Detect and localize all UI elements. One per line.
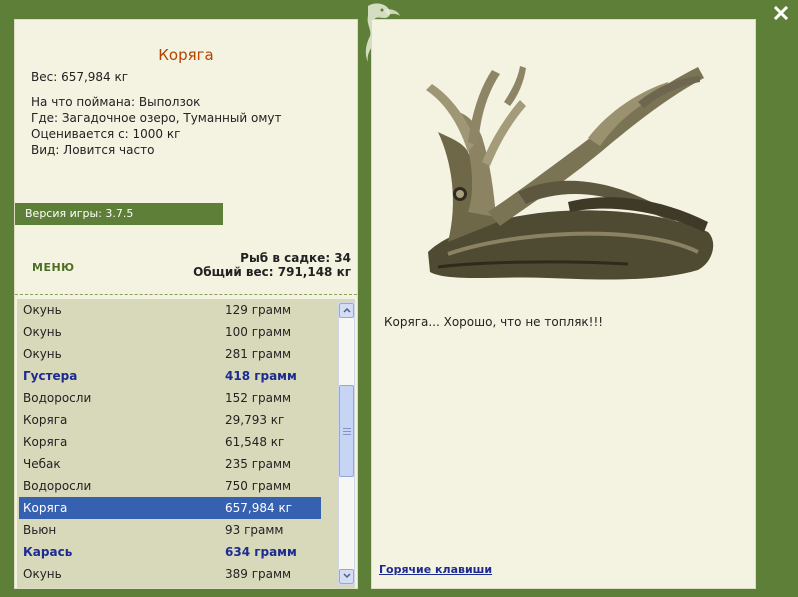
catch-value: Оценивается с: 1000 кг xyxy=(31,127,181,141)
list-scrollbar[interactable] xyxy=(338,302,355,585)
game-version: Версия игры: 3.7.5 xyxy=(15,203,223,225)
hotkeys-link[interactable]: Горячие клавиши xyxy=(379,563,492,576)
catch-list-row[interactable]: Окунь 129 грамм xyxy=(19,299,321,321)
catch-list-container: Окунь 129 грамм Окунь 100 грамм Окунь 281 гра… xyxy=(17,299,355,588)
catch-row-name: Чебак xyxy=(23,457,61,471)
catch-row-weight: 93 грамм xyxy=(225,523,284,537)
catch-row-name: Карась xyxy=(23,545,73,559)
close-button[interactable] xyxy=(774,6,788,20)
catch-row-name: Окунь xyxy=(23,347,62,361)
catch-caption: Коряга... Хорошо, что не топляк!!! xyxy=(384,315,604,329)
scroll-thumb[interactable] xyxy=(339,385,354,477)
catch-list-row[interactable]: Чебак 235 грамм xyxy=(19,453,321,475)
catch-row-name: Окунь xyxy=(23,303,62,317)
catch-row-weight: 750 грамм xyxy=(225,479,292,493)
catch-row-name: Густера xyxy=(23,369,78,383)
catch-bait: На что поймана: Выползок xyxy=(31,95,201,109)
right-panel: Коряга... Хорошо, что не топляк!!! Горяч… xyxy=(371,19,756,589)
catch-row-name: Окунь xyxy=(23,567,62,581)
catch-list-row[interactable]: Водоросли 152 грамм xyxy=(19,387,321,409)
catch-list-row[interactable]: Окунь 100 грамм xyxy=(19,321,321,343)
catch-row-weight: 61,548 кг xyxy=(225,435,285,449)
catch-row-name: Окунь xyxy=(23,325,62,339)
keepnet-stats: Рыб в садке: 34 Общий вес: 791,148 кг xyxy=(193,251,351,279)
catch-row-weight: 634 грамм xyxy=(225,545,297,559)
catch-row-weight: 129 грамм xyxy=(225,303,292,317)
catch-list-row[interactable]: Водоросли 750 грамм xyxy=(19,475,321,497)
scroll-down-button[interactable] xyxy=(339,569,354,584)
catch-info: Коряга Вес: 657,984 кг На что поймана: В… xyxy=(15,20,357,200)
catch-row-name: Коряга xyxy=(23,413,68,427)
close-x-icon xyxy=(774,6,788,20)
chevron-up-icon xyxy=(342,307,351,313)
catch-frequency: Вид: Ловится часто xyxy=(31,143,155,157)
catch-list-row[interactable]: Коряга 29,793 кг xyxy=(19,409,321,431)
catch-list[interactable]: Окунь 129 грамм Окунь 100 грамм Окунь 281 гра… xyxy=(19,299,321,588)
catch-row-weight: 389 грамм xyxy=(225,567,292,581)
grip-icon xyxy=(343,428,351,437)
catch-list-row[interactable]: Густера 418 грамм xyxy=(19,365,321,387)
fish-count: Рыб в садке: 34 xyxy=(240,251,351,265)
scroll-up-button[interactable] xyxy=(339,303,354,318)
divider xyxy=(15,294,357,295)
catch-weight: Вес: 657,984 кг xyxy=(31,70,129,84)
catch-details: На что поймана: Выползок Где: Загадочное… xyxy=(31,94,281,158)
catch-title: Коряга xyxy=(158,46,214,64)
catch-row-weight: 657,984 кг xyxy=(225,501,292,515)
catch-list-row[interactable]: Карась 634 грамм xyxy=(19,541,321,563)
catch-list-row[interactable]: Коряга 61,548 кг xyxy=(19,431,321,453)
catch-row-name: Вьюн xyxy=(23,523,57,537)
catch-location: Где: Загадочное озеро, Туманный омут xyxy=(31,111,282,125)
catch-row-weight: 152 грамм xyxy=(225,391,292,405)
catch-row-weight: 100 грамм xyxy=(225,325,292,339)
catch-row-weight: 418 грамм xyxy=(225,369,297,383)
catch-row-name: Водоросли xyxy=(23,391,92,405)
catch-row-weight: 235 грамм xyxy=(225,457,292,471)
app-frame: Коряга Вес: 657,984 кг На что поймана: В… xyxy=(0,0,798,597)
catch-list-row[interactable]: Вьюн 93 грамм xyxy=(19,519,321,541)
chevron-down-icon xyxy=(342,573,351,579)
catch-row-name: Водоросли xyxy=(23,479,92,493)
snag-image xyxy=(408,42,728,298)
catch-row-weight: 29,793 кг xyxy=(225,413,285,427)
catch-row-name: Коряга xyxy=(23,501,68,515)
left-panel: Коряга Вес: 657,984 кг На что поймана: В… xyxy=(14,19,358,589)
catch-list-row[interactable]: Коряга 657,984 кг xyxy=(19,497,321,519)
catch-row-weight: 281 грамм xyxy=(225,347,292,361)
catch-list-row[interactable]: Окунь 389 грамм xyxy=(19,563,321,585)
catch-row-name: Коряга xyxy=(23,435,68,449)
total-weight: Общий вес: 791,148 кг xyxy=(193,265,351,279)
catch-list-row[interactable]: Окунь 281 грамм xyxy=(19,343,321,365)
menu-button[interactable]: МЕНЮ xyxy=(32,261,75,274)
